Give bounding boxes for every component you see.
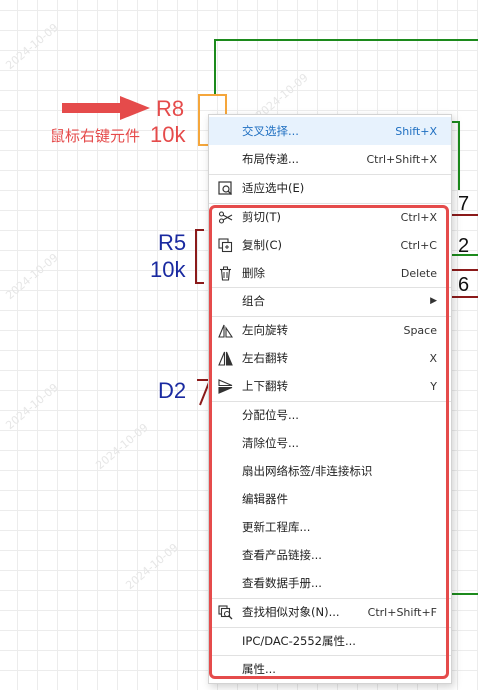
submenu-arrow-icon: ▶ — [430, 296, 437, 306]
menu-item-group[interactable]: 组合 ▶ — [209, 287, 451, 315]
menu-item-label: 上下翻转 — [242, 379, 288, 393]
annotation-arrow — [62, 96, 150, 120]
component-ref-r5[interactable]: R5 — [158, 232, 186, 254]
component-value-r5[interactable]: 10k — [150, 259, 185, 281]
menu-item-copy[interactable]: 复制(C) Ctrl+C — [209, 231, 451, 259]
menu-item-label: 左向旋转 — [242, 323, 288, 337]
menu-item-cross-select[interactable]: 交叉选择... Shift+X — [209, 117, 451, 145]
menu-item-edit-device[interactable]: 编辑器件 — [209, 485, 451, 513]
flip-horizontal-icon — [217, 350, 233, 366]
menu-item-label: 交叉选择... — [242, 124, 299, 138]
menu-item-label: 查看数据手册... — [242, 576, 322, 590]
menu-item-label: 布局传递... — [242, 152, 299, 166]
menu-item-view-product-link[interactable]: 查看产品链接... — [209, 541, 451, 569]
zoom-fit-icon — [217, 180, 233, 196]
menu-item-fanout-net-labels[interactable]: 扇出网络标签/非连接标识 — [209, 457, 451, 485]
menu-item-label: 左右翻转 — [242, 351, 288, 365]
menu-item-label: IPC/DAC-2552属性... — [242, 634, 356, 648]
menu-item-shortcut: Ctrl+Shift+F — [367, 605, 437, 619]
menu-item-label: 剪切(T) — [242, 210, 281, 224]
menu-item-shortcut: Ctrl+C — [400, 238, 437, 252]
menu-item-view-datasheet[interactable]: 查看数据手册... — [209, 569, 451, 597]
menu-item-label: 清除位号... — [242, 436, 299, 450]
pin-number: 6 — [458, 274, 470, 296]
menu-item-clear-designator[interactable]: 清除位号... — [209, 429, 451, 457]
menu-item-ipc-dac-properties[interactable]: IPC/DAC-2552属性... — [209, 627, 451, 655]
pin-number: 2 — [458, 235, 470, 257]
menu-item-find-similar[interactable]: 查找相似对象(N)... Ctrl+Shift+F — [209, 598, 451, 626]
menu-item-shortcut: Ctrl+X — [400, 210, 437, 224]
menu-item-shortcut: Y — [430, 379, 437, 393]
menu-item-rotate-left[interactable]: 左向旋转 Space — [209, 316, 451, 344]
scissors-icon — [217, 209, 233, 225]
menu-item-label: 查找相似对象(N)... — [242, 605, 340, 619]
menu-item-flip-vertical[interactable]: 上下翻转 Y — [209, 372, 451, 400]
annotation-note: 鼠标右键元件 — [50, 127, 141, 145]
context-menu: 交叉选择... Shift+X 布局传递... Ctrl+Shift+X 适应选… — [208, 114, 452, 684]
component-ref-r8[interactable]: R8 — [156, 98, 184, 120]
menu-item-zoom-fit[interactable]: 适应选中(E) — [209, 174, 451, 202]
menu-item-layout-transfer[interactable]: 布局传递... Ctrl+Shift+X — [209, 145, 451, 173]
menu-item-label: 属性... — [242, 662, 276, 676]
menu-item-label: 删除 — [242, 266, 265, 280]
menu-item-label: 更新工程库... — [242, 520, 311, 534]
component-value-r8[interactable]: 10k — [150, 124, 185, 146]
menu-item-assign-designator[interactable]: 分配位号... — [209, 401, 451, 429]
net-wire — [214, 39, 478, 95]
menu-item-update-library[interactable]: 更新工程库... — [209, 513, 451, 541]
menu-item-shortcut: Shift+X — [395, 124, 437, 138]
menu-item-label: 查看产品链接... — [242, 548, 322, 562]
menu-item-delete[interactable]: 删除 Delete — [209, 259, 451, 287]
find-similar-icon — [217, 604, 233, 620]
menu-item-label: 编辑器件 — [242, 492, 288, 506]
menu-item-label: 组合 — [242, 294, 265, 308]
rotate-left-icon — [217, 322, 233, 338]
menu-item-label: 扇出网络标签/非连接标识 — [242, 464, 373, 478]
component-ref-d2[interactable]: D2 — [158, 380, 186, 402]
menu-item-label: 适应选中(E) — [242, 181, 305, 195]
menu-item-label: 分配位号... — [242, 408, 299, 422]
resistor-r5-body — [195, 229, 204, 284]
pin-number: 7 — [458, 193, 470, 215]
copy-icon — [217, 237, 233, 253]
menu-item-flip-horizontal[interactable]: 左右翻转 X — [209, 344, 451, 372]
menu-item-properties[interactable]: 属性... — [209, 655, 451, 683]
menu-item-shortcut: X — [429, 351, 437, 365]
menu-item-shortcut: Space — [403, 323, 437, 337]
flip-vertical-icon — [217, 378, 233, 394]
trash-icon — [217, 265, 233, 281]
menu-item-cut[interactable]: 剪切(T) Ctrl+X — [209, 203, 451, 231]
menu-item-shortcut: Ctrl+Shift+X — [366, 152, 437, 166]
menu-item-label: 复制(C) — [242, 238, 283, 252]
menu-item-shortcut: Delete — [400, 266, 437, 280]
